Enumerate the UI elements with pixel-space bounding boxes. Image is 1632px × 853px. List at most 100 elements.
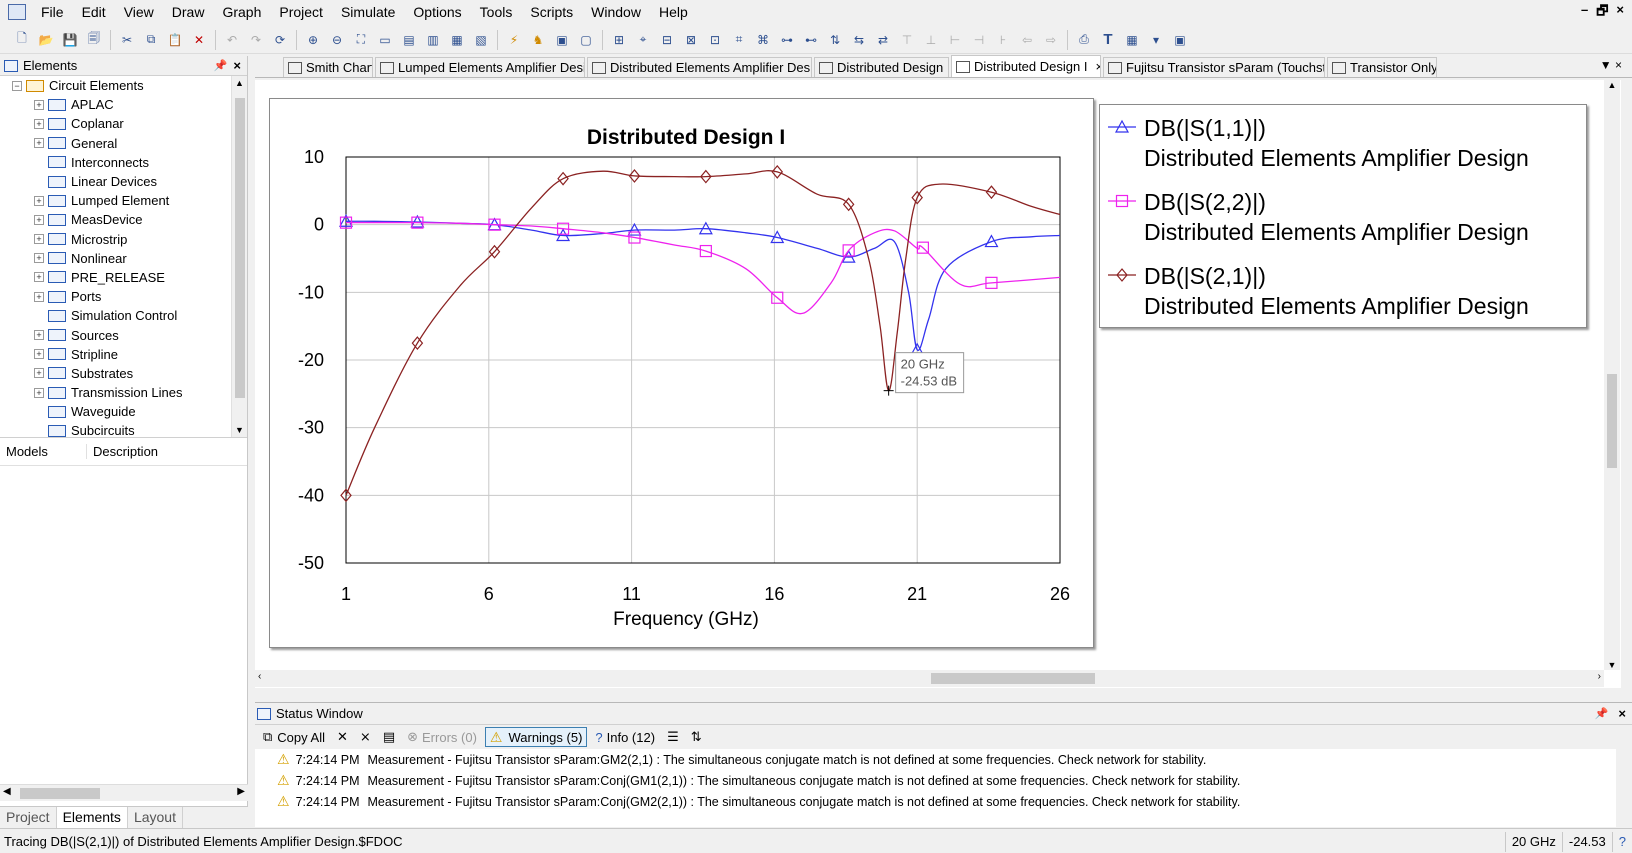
expand-icon[interactable]: + [34, 387, 44, 398]
status-message[interactable]: ⚠ 7:24:14 PM Measurement - Fujitsu Transis… [255, 749, 1632, 770]
layout-icon[interactable]: ▦ [1123, 31, 1141, 49]
tune-icon[interactable]: ♞ [529, 31, 547, 49]
tree-item[interactable]: Subcircuits [0, 421, 247, 437]
add-ground-icon[interactable]: ▧ [472, 31, 490, 49]
marker-ref-icon[interactable]: ⊢ [946, 31, 964, 49]
expand-icon[interactable]: + [34, 234, 44, 245]
menu-edit[interactable]: Edit [73, 0, 115, 24]
tree-item[interactable]: + APLAC [0, 95, 247, 114]
cursor-readout[interactable]: 20 GHz -24.53 dB [883, 352, 965, 396]
scroll-left-icon[interactable]: ‹ [258, 671, 261, 682]
expand-icon[interactable]: + [34, 349, 44, 360]
zoom-in-icon[interactable]: ⊕ [304, 31, 322, 49]
tree-item[interactable]: + MeasDevice [0, 210, 247, 229]
sweep-icon[interactable]: ⊞ [610, 31, 628, 49]
close-button[interactable]: × [1616, 2, 1624, 24]
minimize-button[interactable]: – [1581, 2, 1588, 24]
models-hscrollbar[interactable]: ◀ ▶ [0, 784, 248, 801]
menu-scripts[interactable]: Scripts [521, 0, 582, 24]
tree-item[interactable]: + Transmission Lines [0, 383, 247, 402]
cut-icon[interactable]: ✂ [118, 31, 136, 49]
copy-icon[interactable]: ⧉ [142, 31, 160, 49]
marker-search-icon[interactable]: ⇄ [874, 31, 892, 49]
add-marker-icon[interactable]: ⌘ [754, 31, 772, 49]
clear-button[interactable]: ✕ [333, 727, 352, 747]
tree-item[interactable]: + Substrates [0, 364, 247, 383]
status-scrollbar[interactable] [1616, 749, 1632, 828]
save-icon[interactable]: 💾 [61, 31, 79, 49]
collapse-icon[interactable]: − [12, 80, 22, 91]
doc-hscroll-thumb[interactable] [931, 673, 1095, 684]
doc-tab[interactable]: Transistor Only [1327, 57, 1437, 77]
expand-icon[interactable]: + [34, 330, 44, 341]
description-column-header[interactable]: Description [86, 444, 158, 459]
scroll-up-icon[interactable]: ▲ [1604, 80, 1620, 90]
text-icon[interactable]: T [1099, 31, 1117, 49]
expand-icon[interactable]: + [34, 118, 44, 129]
yield-icon[interactable]: ⊠ [682, 31, 700, 49]
menu-options[interactable]: Options [404, 0, 470, 24]
tree-scroll-thumb[interactable] [235, 98, 245, 398]
doc-tab[interactable]: Lumped Elements Amplifier Design [375, 57, 585, 77]
tab-list-icon[interactable]: ▼ × [1600, 58, 1622, 72]
doc-tab[interactable]: Distributed Design I × [951, 55, 1101, 77]
pin-icon[interactable]: 📌 [214, 59, 228, 72]
new-schematic-icon[interactable]: ▭ [376, 31, 394, 49]
add-subcircuit-icon[interactable]: ▤ [400, 31, 418, 49]
scroll-right-icon[interactable]: ▶ [237, 786, 245, 797]
tree-item[interactable]: Simulation Control [0, 306, 247, 325]
tune-tool-icon[interactable]: ⊟ [658, 31, 676, 49]
plot-svg[interactable]: Distributed Design I 1 6 11 16 21 26100-10-20… [270, 99, 1095, 649]
optimize-icon[interactable]: ▣ [553, 31, 571, 49]
save-all-icon[interactable]: 🗐 [85, 31, 103, 49]
menu-help[interactable]: Help [650, 0, 697, 24]
menu-draw[interactable]: Draw [163, 0, 214, 24]
close-icon[interactable]: × [233, 58, 241, 73]
menu-window[interactable]: Window [582, 0, 650, 24]
info-button[interactable]: ? Info (12) [591, 727, 659, 747]
marker-min-icon[interactable]: ⊥ [922, 31, 940, 49]
menu-file[interactable]: File [32, 0, 73, 24]
tree-item[interactable]: + Coplanar [0, 114, 247, 133]
line-marker-icon[interactable]: ⇆ [850, 31, 868, 49]
expand-icon[interactable]: + [34, 253, 44, 264]
scroll-down-icon[interactable]: ▼ [232, 423, 247, 437]
tree-item[interactable]: + Stripline [0, 345, 247, 364]
copy-all-button[interactable]: ⧉ Copy All [259, 727, 329, 747]
tree-item[interactable]: Waveguide [0, 402, 247, 421]
clear-all-button[interactable]: ⨯ [356, 727, 375, 747]
add-measurement-icon[interactable]: ⊶ [778, 31, 796, 49]
swap-icon[interactable]: ⇅ [826, 31, 844, 49]
graph-props-icon[interactable]: ⌗ [730, 31, 748, 49]
doc-tab[interactable]: Distributed Elements Amplifier Des... [587, 57, 812, 77]
marker-max-icon[interactable]: ⊤ [898, 31, 916, 49]
tree-item[interactable]: + Microstrip [0, 230, 247, 249]
menu-view[interactable]: View [115, 0, 163, 24]
app-icon[interactable] [8, 4, 26, 20]
graph-legend[interactable]: DB(|S(1,1)|) Distributed Elements Amplifi… [1099, 104, 1587, 328]
close-icon[interactable]: × [1618, 706, 1626, 721]
window-layout-icon[interactable]: ▣ [1171, 31, 1189, 49]
analyze-icon[interactable]: ⚡ [505, 31, 523, 49]
restore-button[interactable]: 🗗 [1596, 2, 1608, 24]
open-icon[interactable]: 📂 [37, 31, 55, 49]
tree-item[interactable]: + PRE_RELEASE [0, 268, 247, 287]
expand-icon[interactable]: + [34, 272, 44, 283]
tree-item[interactable]: + Lumped Element [0, 191, 247, 210]
arrow-left-icon[interactable]: ⇦ [1018, 31, 1036, 49]
print-icon[interactable]: ⎙ [1075, 31, 1093, 49]
tree-item[interactable]: + Sources [0, 325, 247, 344]
warnings-button[interactable]: ⚠ Warnings (5) [484, 727, 588, 747]
refresh-icon[interactable]: ⟳ [271, 31, 289, 49]
menu-project[interactable]: Project [270, 0, 332, 24]
scroll-up-icon[interactable]: ▲ [232, 76, 247, 90]
status-message[interactable]: ⚠ 7:24:14 PM Measurement - Fujitsu Transis… [255, 791, 1632, 812]
add-port-icon[interactable]: ▥ [424, 31, 442, 49]
tree-item[interactable]: + Nonlinear [0, 249, 247, 268]
doc-tab[interactable]: Fujitsu Transistor sParam (Touchst... [1103, 57, 1325, 77]
help-icon[interactable]: ? [1611, 831, 1632, 852]
expand-icon[interactable]: + [34, 99, 44, 110]
new-icon[interactable]: 🗋 [13, 31, 31, 49]
tree-item[interactable]: Interconnects [0, 153, 247, 172]
tree-item[interactable]: Linear Devices [0, 172, 247, 191]
